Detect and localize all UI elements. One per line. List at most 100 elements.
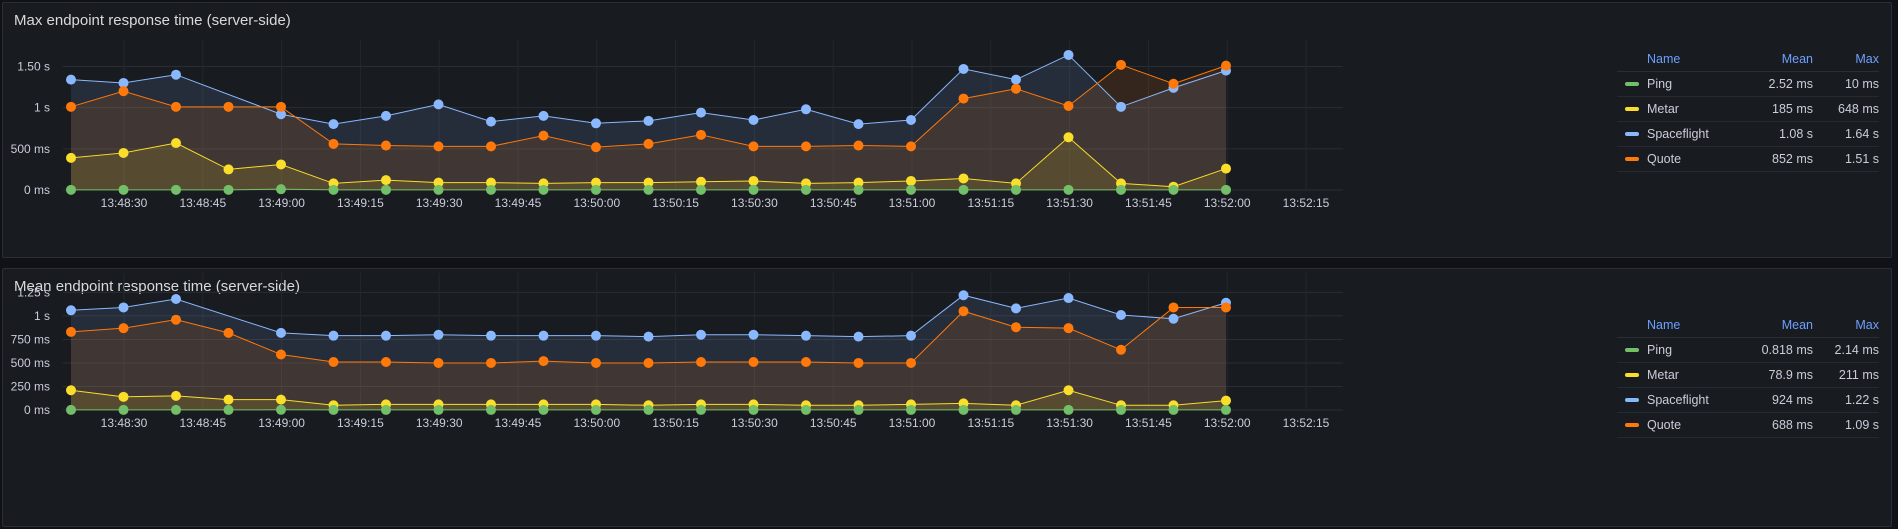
legend-label: Spaceflight: [1647, 127, 1709, 141]
data-point-ping: [801, 184, 811, 195]
data-point-ping: [1168, 184, 1179, 195]
data-point-metar: [1221, 163, 1231, 174]
data-point-quote: [223, 101, 234, 112]
data-point-spaceflight: [591, 330, 601, 341]
legend-item-spaceflight[interactable]: Spaceflight 1.08 s 1.64 s: [1617, 122, 1879, 147]
data-point-spaceflight: [433, 99, 444, 110]
data-point-quote: [171, 101, 181, 112]
legend-max: 1.09 s: [1844, 418, 1879, 432]
data-point-ping: [66, 404, 76, 415]
data-point-spaceflight: [171, 69, 181, 80]
data-point-spaceflight: [171, 293, 181, 304]
data-point-quote: [1116, 344, 1126, 355]
data-point-spaceflight: [853, 331, 864, 342]
data-point-quote: [276, 349, 286, 360]
series-swatch: [1625, 132, 1639, 136]
legend-item-spaceflight[interactable]: Spaceflight 924 ms 1.22 s: [1617, 388, 1879, 413]
data-point-quote: [223, 327, 234, 338]
legend-item-metar[interactable]: Metar 78.9 ms 211 ms: [1617, 363, 1879, 388]
legend-header-mean[interactable]: Mean: [1727, 318, 1813, 332]
data-point-spaceflight: [591, 118, 601, 129]
data-point-spaceflight: [643, 115, 654, 126]
data-point-spaceflight: [643, 331, 654, 342]
legend-item-metar[interactable]: Metar 185 ms 648 ms: [1617, 97, 1879, 122]
legend-label: Spaceflight: [1647, 393, 1709, 407]
x-tick-label: 13:49:30: [416, 196, 463, 210]
y-tick-label: 1.50 s: [17, 59, 50, 73]
data-point-quote: [118, 323, 129, 334]
legend-header-name[interactable]: Name: [1617, 52, 1727, 66]
data-point-quote: [538, 130, 549, 141]
data-point-quote: [591, 357, 601, 368]
data-point-spaceflight: [118, 302, 129, 313]
data-point-ping: [433, 404, 444, 415]
max-response-panel[interactable]: Max endpoint response time (server-side)…: [2, 2, 1892, 258]
x-tick-label: 13:50:00: [573, 196, 620, 210]
data-point-ping: [223, 404, 234, 415]
x-tick-label: 13:51:30: [1046, 416, 1093, 430]
data-point-metar: [66, 152, 76, 163]
data-point-quote: [1168, 302, 1179, 313]
y-tick-label: 0 ms: [24, 183, 50, 197]
legend-header-name[interactable]: Name: [1617, 318, 1727, 332]
data-point-quote: [748, 141, 759, 152]
y-tick-label: 1.25 s: [17, 285, 50, 299]
x-tick-label: 13:51:45: [1125, 416, 1172, 430]
data-point-ping: [1221, 404, 1231, 415]
legend-mean: 852 ms: [1772, 152, 1813, 166]
x-tick-label: 13:51:15: [967, 416, 1014, 430]
legend-header-max[interactable]: Max: [1813, 52, 1879, 66]
x-tick-label: 13:51:45: [1125, 196, 1172, 210]
y-tick-label: 750 ms: [11, 332, 50, 346]
data-point-ping: [853, 184, 864, 195]
legend-mean: 78.9 ms: [1768, 368, 1813, 382]
data-point-spaceflight: [538, 330, 549, 341]
data-point-quote: [66, 326, 76, 337]
mean-response-panel[interactable]: Mean endpoint response time (server-side…: [2, 268, 1892, 527]
data-point-ping: [1011, 404, 1021, 415]
data-point-spaceflight: [1011, 303, 1021, 314]
legend-item-ping[interactable]: Ping 0.818 ms 2.14 ms: [1617, 338, 1879, 363]
data-point-quote: [1063, 323, 1074, 334]
x-tick-label: 13:49:15: [337, 416, 384, 430]
data-point-spaceflight: [381, 110, 391, 121]
mean-response-chart[interactable]: 0 ms 250 ms 500 ms 750 ms 1 s 1.25 s 13:48:30 1…: [3, 269, 1613, 526]
max-response-chart[interactable]: 0 ms 500 ms 1 s 1.50 s 13:48:30 13:48:45 13:49…: [3, 3, 1613, 257]
legend-header-max[interactable]: Max: [1813, 318, 1879, 332]
data-point-metar: [171, 138, 181, 149]
data-point-ping: [643, 404, 654, 415]
data-point-ping: [748, 184, 759, 195]
y-tick-label: 1 s: [34, 101, 50, 115]
data-point-ping: [1063, 184, 1074, 195]
data-point-ping: [1063, 404, 1074, 415]
data-point-spaceflight: [66, 305, 76, 316]
data-point-metar: [118, 147, 129, 158]
data-point-ping: [1221, 184, 1231, 195]
legend-header: Name Mean Max: [1617, 47, 1879, 72]
data-point-metar: [1063, 132, 1074, 143]
data-point-quote: [433, 141, 444, 152]
y-tick-label: 500 ms: [11, 356, 50, 370]
x-tick-label: 13:50:45: [810, 416, 857, 430]
data-point-quote: [1221, 302, 1231, 313]
data-point-ping: [276, 404, 286, 415]
legend-item-ping[interactable]: Ping 2.52 ms 10 ms: [1617, 72, 1879, 97]
data-point-ping: [223, 184, 234, 195]
legend-max: 648 ms: [1838, 102, 1879, 116]
data-point-quote: [853, 357, 864, 368]
data-point-metar: [1221, 395, 1231, 406]
data-point-ping: [328, 404, 339, 415]
x-tick-label: 13:51:15: [967, 196, 1014, 210]
legend-item-quote[interactable]: Quote 688 ms 1.09 s: [1617, 413, 1879, 438]
legend-header-mean[interactable]: Mean: [1727, 52, 1813, 66]
data-point-metar: [381, 175, 391, 186]
legend-mean: 185 ms: [1772, 102, 1813, 116]
series-swatch: [1625, 82, 1639, 86]
legend-item-quote[interactable]: Quote 852 ms 1.51 s: [1617, 147, 1879, 172]
x-tick-label: 13:51:00: [889, 416, 936, 430]
data-point-quote: [118, 86, 129, 97]
data-point-quote: [1063, 101, 1074, 111]
data-point-quote: [1116, 59, 1126, 70]
data-point-metar: [66, 385, 76, 396]
data-point-spaceflight: [66, 74, 76, 85]
